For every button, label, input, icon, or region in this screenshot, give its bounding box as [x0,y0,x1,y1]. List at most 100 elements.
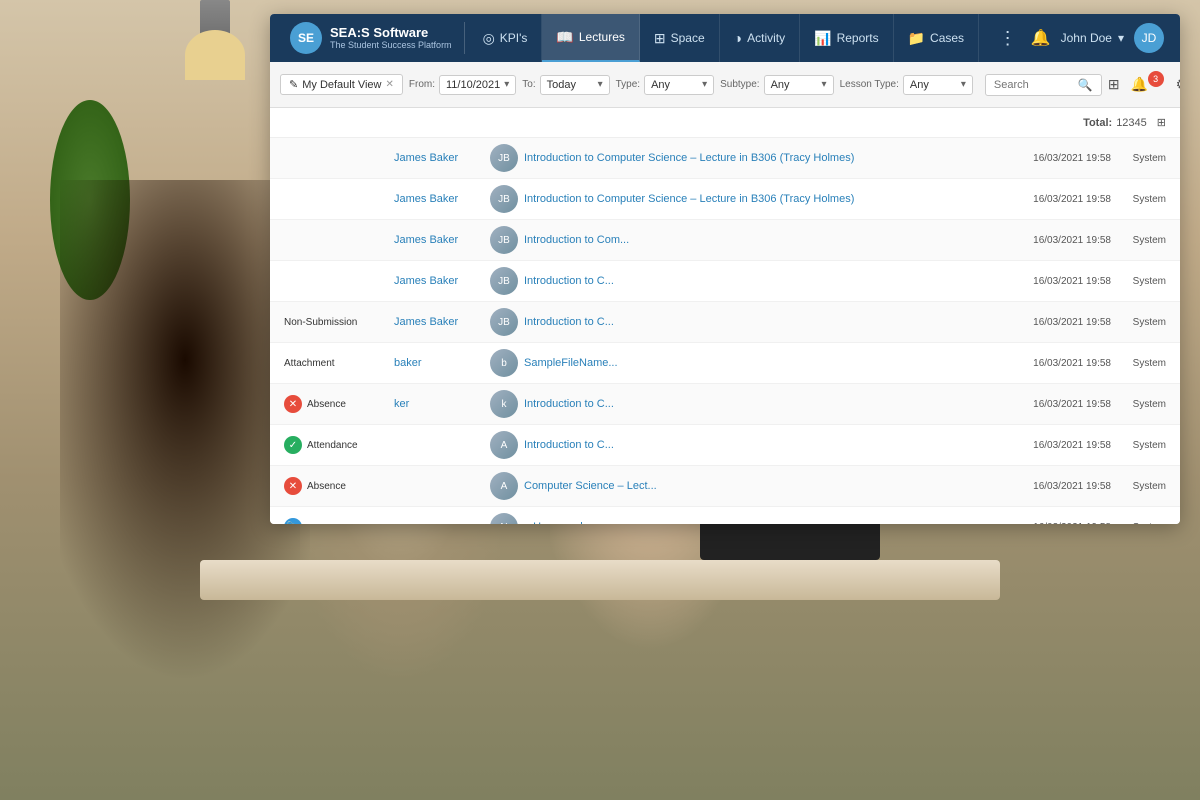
search-icon[interactable]: 🔍 [1078,78,1093,92]
nav-item-space[interactable]: ⊞ Space [640,14,720,62]
chevron-down-icon: ▾ [598,79,603,90]
row-type-cell: Attachment [284,358,394,369]
pencil-icon: ✎ [289,78,298,91]
avatar: JB [490,185,518,213]
attachment-icon: 📎 [284,518,302,524]
lectures-icon: 📖 [556,29,573,46]
to-filter-group: To: Today ▾ [522,75,609,95]
nav-items: ◎ KPI's 📖 Lectures ⊞ Space ◑ Activity 📊 … [469,14,993,62]
row-course-cell[interactable]: Introduction to C... [524,316,1001,328]
lamp-shade [185,30,245,80]
notification-bell-icon[interactable]: 🔔 [1031,28,1051,48]
avatar[interactable]: JD [1134,23,1164,53]
lesson-type-filter-select[interactable]: Any ▾ [903,75,973,95]
row-student-cell[interactable]: baker [394,357,484,369]
chevron-down-icon: ▾ [504,79,509,90]
row-course-cell[interactable]: Introduction to Com... [524,234,1001,246]
row-course-cell[interactable]: Computer Science – Lect... [524,480,1001,492]
subheader: Total: 12345 ⊞ [270,108,1180,138]
row-source-cell: System [1111,235,1166,246]
table-row: James Baker JB Introduction to Com... 16… [270,220,1180,261]
row-student-cell[interactable]: James Baker [394,275,484,287]
avatar: b [490,349,518,377]
grid-view-button[interactable]: ⊞ [1108,71,1120,99]
row-source-cell: System [1111,358,1166,369]
avatar: JB [490,267,518,295]
chevron-down-icon: ▾ [702,79,707,90]
row-source-cell: System [1111,317,1166,328]
from-filter-group: From: 11/10/2021 ▾ [409,75,516,95]
type-filter-select[interactable]: Any ▾ [644,75,714,95]
row-source-cell: System [1111,522,1166,525]
row-date-cell: 16/03/2021 19:58 [1001,317,1111,328]
row-student-cell[interactable]: James Baker [394,316,484,328]
avatar: A [490,431,518,459]
row-course-cell[interactable]: ...Homework... [524,521,1001,524]
close-tab-icon[interactable]: ✕ [386,79,394,90]
row-student-cell[interactable]: James Baker [394,193,484,205]
navbar: SE SEA:S Software The Student Success Pl… [270,14,1180,62]
row-date-cell: 16/03/2021 19:58 [1001,399,1111,410]
view-tab[interactable]: ✎ My Default View ✕ [280,74,403,95]
row-type-cell: ✓ Attendance [284,436,394,454]
avatar: JB [490,144,518,172]
table-row: Non-Submission James Baker JB Introducti… [270,302,1180,343]
row-source-cell: System [1111,481,1166,492]
row-type-cell: ✕ Absence [284,477,394,495]
from-filter-select[interactable]: 11/10/2021 ▾ [439,75,516,95]
avatar: A [490,472,518,500]
kpis-icon: ◎ [483,30,495,47]
notification-badge: 3 [1148,71,1164,87]
nav-item-activity[interactable]: ◑ Activity [720,14,800,62]
row-date-cell: 16/03/2021 19:58 [1001,235,1111,246]
activity-icon: ◑ [734,30,742,46]
toolbar: ✎ My Default View ✕ From: 11/10/2021 ▾ T… [270,62,1180,108]
chevron-down-icon: ▾ [961,79,966,90]
row-student-cell[interactable]: ker [394,398,484,410]
row-course-cell[interactable]: Introduction to C... [524,398,1001,410]
row-date-cell: 16/03/2021 19:58 [1001,440,1111,451]
data-table: James Baker JB Introduction to Computer … [270,138,1180,524]
row-source-cell: System [1111,194,1166,205]
attendance-icon: ✓ [284,436,302,454]
nav-right-area: 🔔 John Doe ▾ JD [1023,23,1172,53]
nav-item-kpis[interactable]: ◎ KPI's [469,14,543,62]
nav-item-cases[interactable]: 📁 Cases [894,14,979,62]
avatar: N [490,513,518,524]
row-course-cell[interactable]: Introduction to Computer Science – Lectu… [524,193,1001,205]
cases-icon: 📁 [908,30,925,47]
nav-more-dots[interactable]: ⋮ [993,28,1023,49]
user-menu[interactable]: John Doe ▾ [1061,31,1124,45]
reports-icon: 📊 [814,30,831,47]
table-row: James Baker JB Introduction to C... 16/0… [270,261,1180,302]
row-source-cell: System [1111,440,1166,451]
settings-gear-icon[interactable]: ⚙ [1176,71,1180,99]
search-box[interactable]: 🔍 [985,74,1102,96]
nav-item-lectures[interactable]: 📖 Lectures [542,14,639,62]
avatar: JB [490,226,518,254]
logo-icon: SE [290,22,322,54]
row-source-cell: System [1111,153,1166,164]
absence-icon: ✕ [284,477,302,495]
row-student-cell[interactable]: James Baker [394,152,484,164]
row-course-cell[interactable]: SampleFileName... [524,357,1001,369]
logo-text: SEA:S Software The Student Success Platf… [330,25,452,51]
row-course-cell[interactable]: Introduction to C... [524,275,1001,287]
subtype-filter-select[interactable]: Any ▾ [764,75,834,95]
desk [200,560,1000,600]
row-course-cell[interactable]: Introduction to Computer Science – Lectu… [524,152,1001,164]
user-chevron-icon: ▾ [1118,31,1124,45]
row-student-cell[interactable]: James Baker [394,234,484,246]
row-course-cell[interactable]: Introduction to C... [524,439,1001,451]
row-date-cell: 16/03/2021 19:58 [1001,522,1111,525]
main-ui-panel: SE SEA:S Software The Student Success Pl… [270,14,1180,524]
to-filter-select[interactable]: Today ▾ [540,75,610,95]
row-date-cell: 16/03/2021 19:58 [1001,276,1111,287]
nav-item-reports[interactable]: 📊 Reports [800,14,893,62]
row-date-cell: 16/03/2021 19:58 [1001,481,1111,492]
row-type-cell: 📎 [284,518,394,524]
row-type-cell: Non-Submission [284,317,394,328]
columns-toggle-icon[interactable]: ⊞ [1157,116,1166,129]
search-input[interactable] [994,79,1074,91]
table-row: ✕ Absence ker k Introduction to C... 16/… [270,384,1180,425]
